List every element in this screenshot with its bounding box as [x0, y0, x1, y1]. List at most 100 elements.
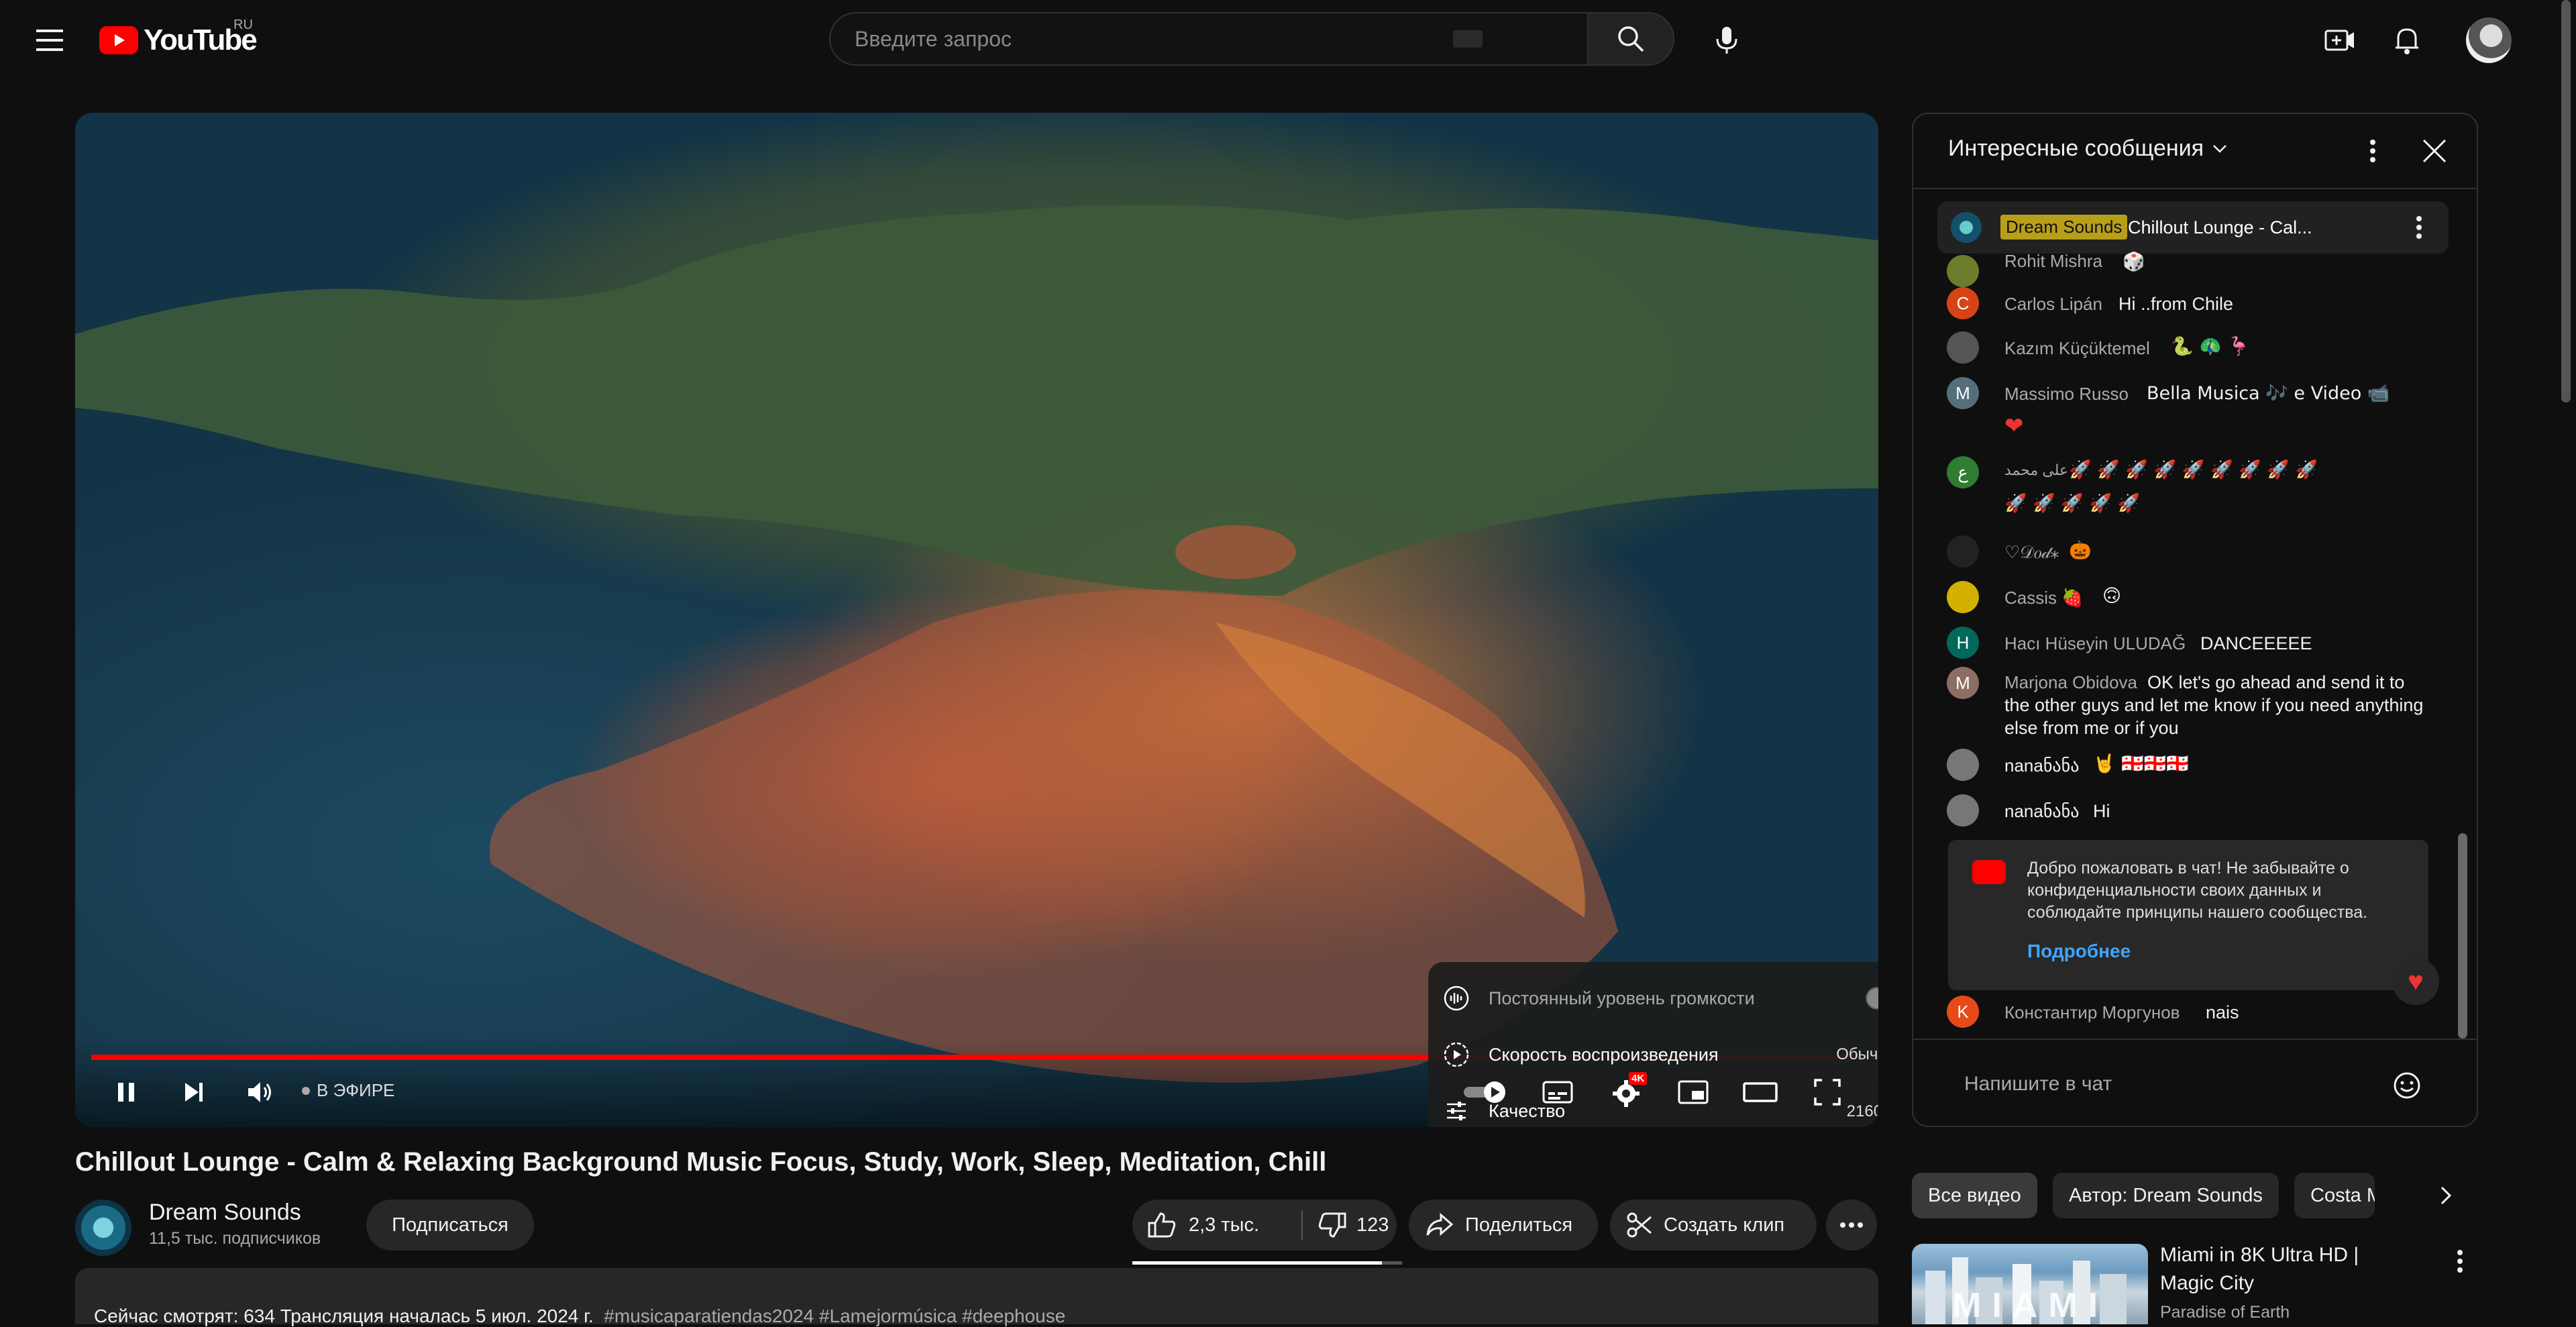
- miniplayer-button[interactable]: [1666, 1065, 1720, 1119]
- volume-icon: [248, 1082, 271, 1102]
- pinned-message[interactable]: Dream Sounds Chillout Lounge - Cal...: [1937, 201, 2449, 254]
- playback-speed-value: Обычная: [1836, 1045, 1878, 1063]
- author-avatar: [1947, 535, 1979, 568]
- next-button[interactable]: [166, 1065, 220, 1119]
- subtitles-button[interactable]: [1531, 1065, 1585, 1119]
- author-avatar: C: [1947, 287, 1979, 319]
- notifications-button[interactable]: [2380, 13, 2434, 67]
- author-name: nanaნანა: [2004, 755, 2080, 776]
- top-bar: YouTube RU: [0, 0, 2576, 81]
- channel-name[interactable]: Dream Sounds: [149, 1200, 301, 1226]
- stable-volume-icon: [1440, 982, 1472, 1014]
- stable-volume-row[interactable]: Постоянный уровень громкости: [1428, 970, 1878, 1026]
- search-box: [829, 12, 1587, 66]
- share-button[interactable]: Поделиться: [1409, 1200, 1598, 1251]
- author-avatar: [1947, 794, 1979, 827]
- live-indicator[interactable]: В ЭФИРЕ: [302, 1080, 394, 1101]
- author-avatar: M: [1947, 667, 1979, 699]
- chat-input[interactable]: [1963, 1065, 2368, 1103]
- like-button[interactable]: 2,3 тыс.: [1132, 1200, 1300, 1251]
- close-chat-button[interactable]: [2418, 134, 2451, 168]
- pinned-owner-badge: Dream Sounds: [2000, 215, 2128, 240]
- search-icon: [1618, 26, 1644, 52]
- user-avatar[interactable]: [2466, 17, 2512, 63]
- chat-scrollbar[interactable]: [2458, 833, 2467, 1039]
- theater-mode-icon: [1743, 1082, 1778, 1102]
- dislike-ratio-bar: [1382, 1261, 1402, 1265]
- more-vertical-icon[interactable]: [2415, 215, 2423, 240]
- chip-all-videos[interactable]: Все видео: [1912, 1173, 2037, 1218]
- bell-icon: [2396, 28, 2418, 54]
- message-text: Bella Musica 🎶 e Video 📹: [2147, 383, 2390, 404]
- author-avatar: [1947, 749, 1979, 781]
- like-ratio-bar: [1132, 1261, 1382, 1265]
- thumbnail-text: MIAMI: [1952, 1286, 2109, 1324]
- share-icon: [1426, 1212, 1454, 1236]
- chat-more-button[interactable]: [2356, 134, 2390, 168]
- author-name: Cassis 🍓: [2004, 588, 2084, 608]
- fullscreen-button[interactable]: [1801, 1065, 1854, 1119]
- description-hashtags[interactable]: #musicaparatiendas2024 #Lamejormúsica #d…: [604, 1306, 1065, 1326]
- youtube-play-icon: [99, 26, 138, 54]
- youtube-logo[interactable]: YouTube RU: [99, 17, 258, 60]
- chevron-right-icon: [2440, 1186, 2452, 1205]
- pause-button[interactable]: [99, 1065, 153, 1119]
- settings-4k-badge: 4K: [1629, 1072, 1648, 1085]
- recommendation-thumbnail[interactable]: MIAMI: [1912, 1244, 2148, 1324]
- chat-mode-dropdown[interactable]: Интересные сообщения: [1948, 136, 2229, 162]
- page-scrollbar[interactable]: [2561, 0, 2571, 403]
- video-player[interactable]: В ЭФИРЕ Постоянный уровень громкости Ско…: [75, 113, 1878, 1127]
- message-text: nais: [2206, 1002, 2239, 1022]
- message-text: 🙃: [2102, 586, 2122, 606]
- settings-button[interactable]: 4K: [1599, 1065, 1653, 1119]
- create-video-button[interactable]: [2313, 13, 2367, 67]
- subscriber-count: 11,5 тыс. подписчиков: [149, 1229, 321, 1248]
- dislike-button[interactable]: 123: [1304, 1200, 1397, 1251]
- like-count: 2,3 тыс.: [1189, 1214, 1260, 1236]
- theater-mode-button[interactable]: [1733, 1065, 1787, 1119]
- message-text: Hi ..from Chile: [2118, 294, 2234, 314]
- author-name: Marjona Obidova: [2004, 672, 2137, 692]
- skip-next-icon: [185, 1083, 203, 1102]
- volume-button[interactable]: [233, 1065, 287, 1119]
- scissors-icon: [1627, 1212, 1652, 1238]
- chips-next-button[interactable]: [2428, 1178, 2463, 1213]
- welcome-text: Добро пожаловать в чат! Не забывайте о к…: [2027, 859, 2368, 922]
- voice-search-button[interactable]: [1699, 12, 1755, 68]
- chip-costa-mee[interactable]: Costa Mee: [2294, 1173, 2375, 1218]
- author-avatar: K: [1947, 996, 1979, 1028]
- author-name: Hacı Hüseyin ULUDAĞ: [2004, 633, 2186, 653]
- emoji-icon[interactable]: [2392, 1071, 2422, 1100]
- author-name: Rohit Mishra: [2004, 251, 2102, 271]
- chat-welcome-banner: Добро пожаловать в чат! Не забывайте о к…: [1948, 840, 2428, 990]
- message-text: 🎃: [2069, 540, 2092, 561]
- menu-icon[interactable]: [32, 24, 68, 56]
- more-vertical-icon: [2370, 140, 2375, 162]
- stable-volume-toggle[interactable]: [1866, 987, 1878, 1010]
- microphone-icon: [1716, 27, 1737, 54]
- search-input[interactable]: [853, 25, 1446, 52]
- heart-icon: ♥: [2408, 966, 2424, 996]
- chevron-down-icon: [2213, 144, 2226, 153]
- recommendation-title[interactable]: Miami in 8K Ultra HD | Magic City: [2160, 1241, 2402, 1297]
- close-icon: [2422, 139, 2447, 163]
- learn-more-link[interactable]: Подробнее: [2027, 941, 2131, 962]
- author-name: Carlos Lipán: [2004, 294, 2102, 314]
- chip-author[interactable]: Автор: Dream Sounds: [2053, 1173, 2279, 1218]
- channel-avatar[interactable]: [75, 1200, 131, 1256]
- subscribe-button[interactable]: Подписаться: [366, 1200, 534, 1251]
- autoplay-toggle[interactable]: [1458, 1065, 1512, 1119]
- author-avatar: M: [1947, 377, 1979, 409]
- chat-title: Интересные сообщения: [1948, 136, 2204, 161]
- keyboard-icon[interactable]: [1453, 30, 1483, 48]
- recommendation-more-button[interactable]: [2450, 1246, 2470, 1276]
- description-box[interactable]: Сейчас смотрят: 634 Трансляция началась …: [75, 1268, 1878, 1326]
- chat-input-bar: [1913, 1039, 2477, 1126]
- more-actions-button[interactable]: [1826, 1200, 1877, 1251]
- search-button[interactable]: [1587, 12, 1674, 66]
- message-text-line2: 🚀 🚀 🚀 🚀 🚀: [2004, 493, 2141, 514]
- create-clip-button[interactable]: Создать клип: [1610, 1200, 1817, 1251]
- message-text: DANCEEEEE: [2200, 633, 2312, 653]
- recommendation-channel[interactable]: Paradise of Earth: [2160, 1303, 2290, 1322]
- reaction-heart-button[interactable]: ♥: [2392, 958, 2439, 1005]
